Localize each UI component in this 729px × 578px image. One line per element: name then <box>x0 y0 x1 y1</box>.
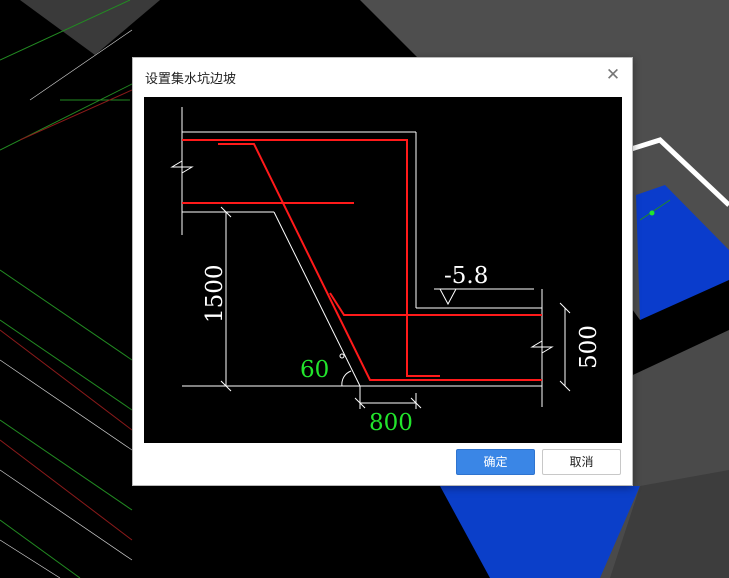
cancel-button[interactable]: 取消 <box>542 449 621 475</box>
slope-diagram: -5.8 1500 60 800 500 <box>144 97 622 443</box>
diagram-rebar <box>182 139 542 381</box>
slope-angle-label: 60 <box>300 357 329 383</box>
model-block-top <box>20 0 160 55</box>
bottom-width-label: 800 <box>369 410 413 436</box>
diagram-outline <box>170 107 571 409</box>
close-icon[interactable]: ✕ <box>604 66 622 84</box>
slope-settings-dialog: 设置集水坑边坡 ✕ -5.8 1500 60 800 500 确定 取消 <box>132 57 633 486</box>
side-height-label: 500 <box>576 325 602 369</box>
model-node-marker <box>649 210 655 216</box>
depth-label: 1500 <box>202 264 228 323</box>
ok-button[interactable]: 确定 <box>456 449 535 475</box>
elevation-label: -5.8 <box>444 263 488 289</box>
model-contour-lines <box>0 29 133 578</box>
dialog-title: 设置集水坑边坡 <box>145 72 237 87</box>
